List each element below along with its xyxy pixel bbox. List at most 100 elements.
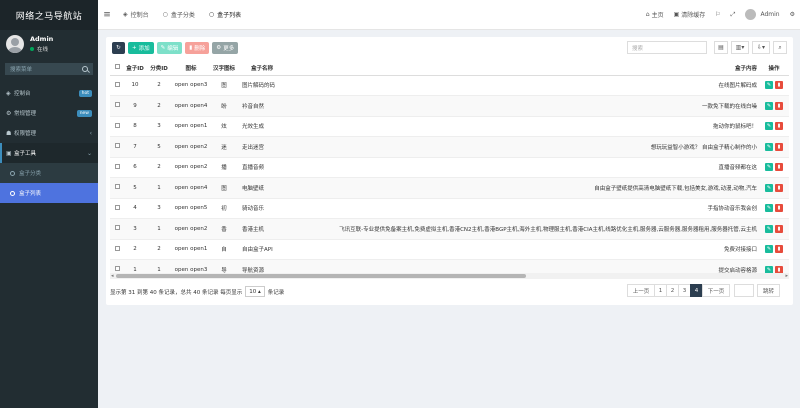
sidebar-item-general[interactable]: ⚙ 常规管理 new bbox=[0, 103, 98, 123]
row-checkbox[interactable] bbox=[114, 163, 120, 169]
pagination-info: 显示第 31 到第 40 条记录，总共 40 条记录 每页显示 10 ▴ 条记录 bbox=[110, 286, 284, 297]
select-all-checkbox[interactable] bbox=[114, 64, 120, 70]
row-checkbox[interactable] bbox=[114, 225, 120, 231]
row-checkbox[interactable] bbox=[114, 204, 120, 210]
row-select-cell[interactable] bbox=[110, 136, 124, 158]
sidebar-subitem-box-list[interactable]: 盒子列表 bbox=[0, 183, 98, 203]
row-edit-icon[interactable]: ✎ bbox=[765, 245, 773, 254]
scrollbar-thumb[interactable] bbox=[116, 274, 526, 278]
row-checkbox[interactable] bbox=[114, 143, 120, 149]
row-delete-icon[interactable]: ▮ bbox=[775, 183, 783, 192]
row-checkbox[interactable] bbox=[114, 122, 120, 128]
table-row[interactable]: 8 3 open open1 炫光效生成 拖动你的鼠标吧！ ✎ ▮ bbox=[110, 116, 789, 137]
table-row[interactable]: 1 1 open open3 导导航资源 提交启动容格源 ✎ ▮ bbox=[110, 259, 789, 273]
table-row[interactable]: 4 3 open open5 初骑动音乐 手指协动音乐我会创 ✎ ▮ bbox=[110, 198, 789, 219]
row-checkbox[interactable] bbox=[114, 266, 120, 272]
edit-button[interactable]: ✎ 编辑 bbox=[156, 42, 183, 54]
sidebar-search-input[interactable]: 搜索菜单 bbox=[10, 65, 32, 73]
row-edit-icon[interactable]: ✎ bbox=[765, 183, 773, 192]
columns-button[interactable]: ▥▾ bbox=[731, 41, 749, 54]
row-edit-icon[interactable]: ✎ bbox=[765, 81, 773, 90]
row-delete-icon[interactable]: ▮ bbox=[775, 101, 783, 110]
table-row[interactable]: 10 2 open open3 图图片解码的码 在线图片解码成 ✎ ▮ bbox=[110, 75, 789, 96]
column-header[interactable]: 盒子ID bbox=[124, 61, 146, 76]
row-edit-icon[interactable]: ✎ bbox=[765, 122, 773, 131]
settings-button[interactable]: ⚙ bbox=[785, 11, 800, 18]
row-select-cell[interactable] bbox=[110, 177, 124, 199]
row-checkbox[interactable] bbox=[114, 102, 120, 108]
row-select-cell[interactable] bbox=[110, 157, 124, 178]
row-delete-icon[interactable]: ▮ bbox=[775, 245, 783, 254]
export-button[interactable]: ⇩▾ bbox=[752, 41, 770, 54]
sidebar-item-box-tools[interactable]: ▣ 盒子工具 ⌄ bbox=[0, 143, 98, 163]
goto-page-button[interactable]: 跳转 bbox=[757, 284, 781, 297]
page-size-select[interactable]: 10 ▴ bbox=[245, 286, 265, 297]
row-select-cell[interactable] bbox=[110, 95, 124, 117]
row-delete-icon[interactable]: ▮ bbox=[775, 81, 783, 90]
tab-box-list[interactable]: ○ 盒子列表 bbox=[202, 0, 248, 30]
table-row[interactable]: 3 1 open open2 香香港主机 飞讯互联-专业提供免备案主机,免费虚拟主机,香… bbox=[110, 218, 789, 240]
user-menu[interactable]: Admin bbox=[740, 9, 784, 20]
row-checkbox[interactable] bbox=[114, 81, 120, 87]
translate-button[interactable]: ⚐ bbox=[710, 11, 725, 18]
more-button[interactable]: ⚙ 更多 bbox=[212, 42, 239, 54]
sidebar-search[interactable]: 搜索菜单 bbox=[5, 63, 93, 75]
search-toggle-button[interactable]: ⌕ bbox=[773, 41, 787, 54]
row-select-cell[interactable] bbox=[110, 259, 124, 273]
row-select-cell[interactable] bbox=[110, 116, 124, 137]
toggle-view-button[interactable]: ▤ bbox=[714, 41, 728, 54]
site-logo[interactable]: 网络之马导航站 bbox=[0, 0, 98, 30]
goto-page-input[interactable] bbox=[734, 284, 754, 297]
sidebar-item-dashboard[interactable]: ◈ 控制台 hot bbox=[0, 83, 98, 103]
row-select-cell[interactable] bbox=[110, 239, 124, 260]
column-header[interactable]: 汉字图标 bbox=[210, 61, 238, 76]
row-select-cell[interactable] bbox=[110, 75, 124, 96]
row-delete-icon[interactable]: ▮ bbox=[775, 224, 783, 233]
column-header[interactable]: 图标 bbox=[172, 61, 210, 76]
next-page-button[interactable]: 下一页 bbox=[702, 284, 730, 297]
refresh-button[interactable]: ↻ bbox=[112, 42, 125, 54]
scroll-left-icon[interactable]: ◂ bbox=[111, 273, 114, 279]
row-checkbox[interactable] bbox=[114, 184, 120, 190]
row-edit-icon[interactable]: ✎ bbox=[765, 204, 773, 213]
circle-icon: ○ bbox=[162, 11, 168, 18]
scroll-right-icon[interactable]: ▸ bbox=[785, 273, 788, 279]
fullscreen-button[interactable]: ⤢ bbox=[726, 11, 741, 19]
row-select-cell[interactable] bbox=[110, 218, 124, 240]
row-edit-icon[interactable]: ✎ bbox=[765, 101, 773, 110]
delete-button[interactable]: ▮ 删除 bbox=[185, 42, 210, 54]
table-row[interactable]: 2 2 open open1 自自由盒子API 免费对接接口 ✎ ▮ bbox=[110, 239, 789, 260]
row-edit-icon[interactable]: ✎ bbox=[765, 224, 773, 233]
table-search-input[interactable]: 搜索 bbox=[627, 41, 707, 54]
tab-dashboard[interactable]: ◈ 控制台 bbox=[116, 0, 156, 30]
column-header[interactable]: 盒子内容 bbox=[286, 61, 759, 76]
prev-page-button[interactable]: 上一页 bbox=[627, 284, 655, 297]
clear-cache-button[interactable]: ▣ 清除缓存 bbox=[669, 10, 711, 19]
row-edit-icon[interactable]: ✎ bbox=[765, 163, 773, 172]
table-row[interactable]: 5 1 open open4 图电脑壁纸 自由盒子壁纸提供高清电脑壁纸下载,包括美女,游… bbox=[110, 177, 789, 199]
sidebar-item-auth[interactable]: ☗ 权限管理 ‹ bbox=[0, 123, 98, 143]
select-all-header[interactable] bbox=[110, 61, 124, 76]
row-delete-icon[interactable]: ▮ bbox=[775, 122, 783, 131]
row-select-cell[interactable] bbox=[110, 198, 124, 219]
row-checkbox[interactable] bbox=[114, 245, 120, 251]
table-row[interactable]: 9 2 open open4 盼衿音自然 一款免下载的在线白噪 ✎ ▮ bbox=[110, 95, 789, 117]
row-edit-icon[interactable]: ✎ bbox=[765, 265, 773, 273]
row-delete-icon[interactable]: ▮ bbox=[775, 265, 783, 273]
column-header[interactable]: 盒子名称 bbox=[238, 61, 286, 76]
tab-box-category[interactable]: ○ 盒子分类 bbox=[156, 0, 202, 30]
row-delete-icon[interactable]: ▮ bbox=[775, 204, 783, 213]
table-row[interactable]: 7 5 open open2 迷走出迷宫 想玩玩益智小游戏？ 自由盒子精心制作的小 ✎ ▮ bbox=[110, 136, 789, 158]
horizontal-scrollbar[interactable]: ◂ ▸ bbox=[110, 273, 789, 279]
row-delete-icon[interactable]: ▮ bbox=[775, 163, 783, 172]
menu-toggle-icon[interactable]: ≡ bbox=[98, 10, 116, 20]
table-row[interactable]: 6 2 open open2 播直播音频 直播音频都在这 ✎ ▮ bbox=[110, 157, 789, 178]
column-header[interactable]: 分类ID bbox=[146, 61, 172, 76]
row-delete-icon[interactable]: ▮ bbox=[775, 142, 783, 151]
add-button[interactable]: + 添加 bbox=[128, 42, 154, 54]
home-link[interactable]: ⌂ 主页 bbox=[641, 10, 669, 19]
search-icon[interactable] bbox=[82, 66, 88, 72]
circle-icon: ○ bbox=[208, 11, 215, 18]
row-edit-icon[interactable]: ✎ bbox=[765, 142, 773, 151]
sidebar-subitem-box-category[interactable]: 盒子分类 bbox=[0, 163, 98, 183]
